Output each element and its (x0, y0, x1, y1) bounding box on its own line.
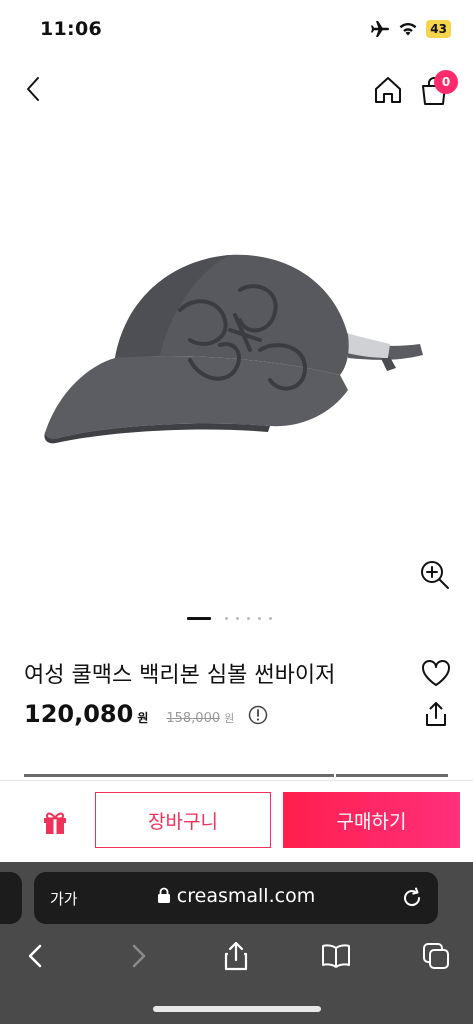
tab-divider (24, 774, 448, 777)
info-icon (249, 705, 268, 725)
browser-share-button[interactable] (220, 940, 252, 972)
zoom-in-icon (421, 561, 449, 589)
add-to-cart-button[interactable]: 장바구니 (95, 792, 271, 848)
zoom-button[interactable] (418, 558, 452, 592)
lock-icon (157, 887, 170, 903)
browser-forward-button[interactable] (122, 940, 154, 972)
share-button[interactable] (422, 700, 450, 728)
chevron-right-icon (132, 944, 146, 968)
visor-image (44, 254, 423, 444)
status-time: 11:06 (40, 18, 102, 40)
url-display[interactable]: creasmall.com (34, 885, 438, 907)
price-row: 120,080 원 158,000 원 (24, 700, 268, 728)
pager-dot[interactable] (258, 617, 261, 620)
previous-tab-preview[interactable] (0, 872, 22, 924)
bookmarks-button[interactable] (320, 940, 352, 972)
home-icon (375, 77, 401, 103)
airplane-icon (371, 21, 390, 37)
chevron-left-icon (27, 77, 39, 101)
gift-button[interactable] (38, 806, 72, 838)
back-button[interactable] (18, 74, 48, 104)
pager-dot[interactable] (225, 617, 228, 620)
tab-divider-gap (334, 774, 336, 777)
reload-button[interactable] (400, 886, 424, 910)
heart-icon (422, 660, 450, 686)
original-price-unit: 원 (224, 712, 235, 725)
battery-indicator: 43 (426, 20, 451, 38)
address-bar[interactable]: 가가 creasmall.com (34, 872, 438, 924)
pager-dot-active[interactable] (187, 617, 211, 620)
original-price: 158,000 (166, 711, 221, 726)
image-pager (187, 617, 272, 620)
book-icon (322, 944, 350, 968)
home-button[interactable] (372, 74, 404, 106)
sale-price: 120,080 (24, 700, 134, 728)
buy-now-button[interactable]: 구매하기 (283, 792, 460, 848)
price-info-button[interactable] (248, 705, 268, 725)
status-icons: 43 (370, 20, 451, 38)
product-image[interactable] (30, 240, 440, 470)
pager-dot[interactable] (269, 617, 272, 620)
gift-icon (44, 812, 66, 834)
chevron-left-icon (28, 944, 42, 968)
sale-price-unit: 원 (137, 711, 149, 725)
cart-count-badge: 0 (434, 70, 458, 94)
tabs-button[interactable] (420, 940, 452, 972)
share-icon (224, 941, 248, 971)
product-title: 여성 쿨맥스 백리본 심볼 썬바이저 (24, 663, 336, 688)
pager-dot[interactable] (247, 617, 250, 620)
wishlist-button[interactable] (420, 658, 452, 688)
browser-back-button[interactable] (20, 940, 52, 972)
home-indicator (153, 1006, 321, 1012)
pager-dot[interactable] (236, 617, 239, 620)
url-text: creasmall.com (176, 885, 316, 907)
tabs-icon (423, 943, 449, 969)
wifi-icon (399, 22, 417, 36)
share-icon (426, 702, 446, 726)
reload-icon (404, 887, 421, 907)
